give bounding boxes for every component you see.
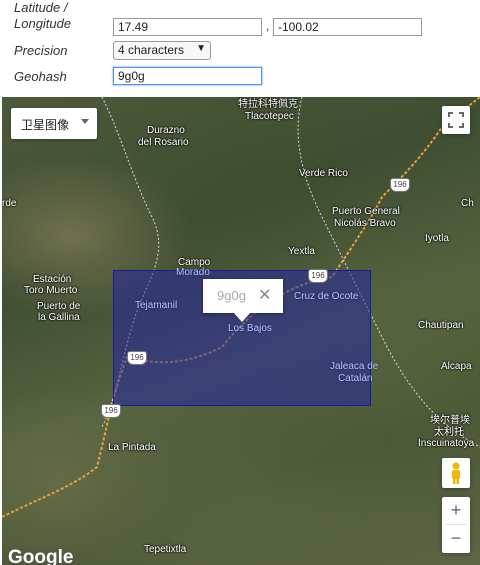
place-label: Ch bbox=[461, 198, 474, 209]
place-label: Inscuinatoya bbox=[418, 438, 475, 449]
place-label: Chautipan bbox=[418, 320, 464, 331]
precision-label: Precision bbox=[14, 43, 68, 58]
place-label: del Rosario bbox=[138, 137, 189, 148]
place-label: Morado bbox=[176, 267, 210, 278]
geohash-info-window: 9g0g ✕ bbox=[203, 279, 283, 322]
info-window-text: 9g0g bbox=[217, 288, 246, 303]
latlng-label-line2: Longitude bbox=[14, 16, 72, 31]
place-label: 埃尔普埃 bbox=[430, 415, 470, 426]
precision-value: 4 characters bbox=[118, 43, 185, 57]
place-label: Cruz de Ocote bbox=[294, 291, 359, 302]
latlng-label-line1: Latitude / bbox=[14, 0, 68, 15]
route-shield-icon: 196 bbox=[127, 351, 147, 365]
map-type-dropdown[interactable]: 卫星图像 bbox=[11, 108, 97, 139]
place-label: Verde Rico bbox=[299, 168, 348, 179]
route-shield-icon: 196 bbox=[101, 404, 121, 418]
route-shield-icon: 196 bbox=[390, 178, 410, 192]
place-label: Tlacotepec bbox=[245, 111, 294, 122]
geohash-label: Geohash bbox=[14, 69, 67, 84]
dropdown-arrow-icon: ▼ bbox=[196, 43, 206, 54]
longitude-input[interactable] bbox=[273, 18, 422, 36]
precision-select[interactable]: 4 characters ▼ bbox=[113, 41, 211, 60]
place-label: Tepetixtla bbox=[144, 544, 187, 555]
place-label: La Pintada bbox=[108, 442, 156, 453]
place-label: Nicolás Bravo bbox=[334, 218, 396, 229]
zoom-control: + − bbox=[442, 497, 470, 553]
place-label: Los Bajos bbox=[228, 323, 272, 334]
geohash-input[interactable] bbox=[113, 67, 262, 85]
zoom-out-button[interactable]: − bbox=[442, 525, 470, 552]
place-label: Tejamanil bbox=[135, 300, 178, 311]
place-label: Iyotla bbox=[425, 233, 449, 244]
google-logo: Google bbox=[8, 547, 74, 565]
place-label: rde bbox=[2, 198, 17, 209]
latitude-input[interactable] bbox=[113, 18, 262, 36]
latlng-label: Latitude / Longitude bbox=[14, 0, 71, 32]
route-shield-icon: 196 bbox=[308, 269, 328, 283]
place-label: Jaleaca de bbox=[330, 361, 379, 372]
latlng-separator: , bbox=[266, 19, 270, 33]
chevron-down-icon bbox=[81, 119, 89, 124]
satellite-map[interactable]: 特拉科特佩克 Tlacotepec Durazno del Rosario Ve… bbox=[2, 97, 480, 565]
geohash-form: Latitude / Longitude , Precision 4 chara… bbox=[0, 0, 480, 97]
place-label: Yextla bbox=[288, 246, 315, 257]
street-view-pegman-button[interactable] bbox=[442, 458, 470, 488]
map-type-label: 卫星图像 bbox=[21, 118, 70, 132]
place-label: Durazno bbox=[147, 125, 185, 136]
place-label: Alcapa bbox=[441, 361, 472, 372]
fullscreen-icon bbox=[448, 112, 464, 128]
place-label: Toro Muerto bbox=[24, 285, 78, 296]
close-icon[interactable]: ✕ bbox=[258, 285, 271, 305]
place-label: Puerto General bbox=[332, 206, 400, 217]
place-label: 特拉科特佩克 bbox=[238, 99, 298, 110]
place-label: la Gallina bbox=[38, 312, 80, 323]
fullscreen-button[interactable] bbox=[442, 106, 470, 134]
place-label: Catalán bbox=[338, 373, 373, 384]
zoom-in-button[interactable]: + bbox=[442, 497, 470, 524]
pegman-icon bbox=[452, 462, 460, 484]
